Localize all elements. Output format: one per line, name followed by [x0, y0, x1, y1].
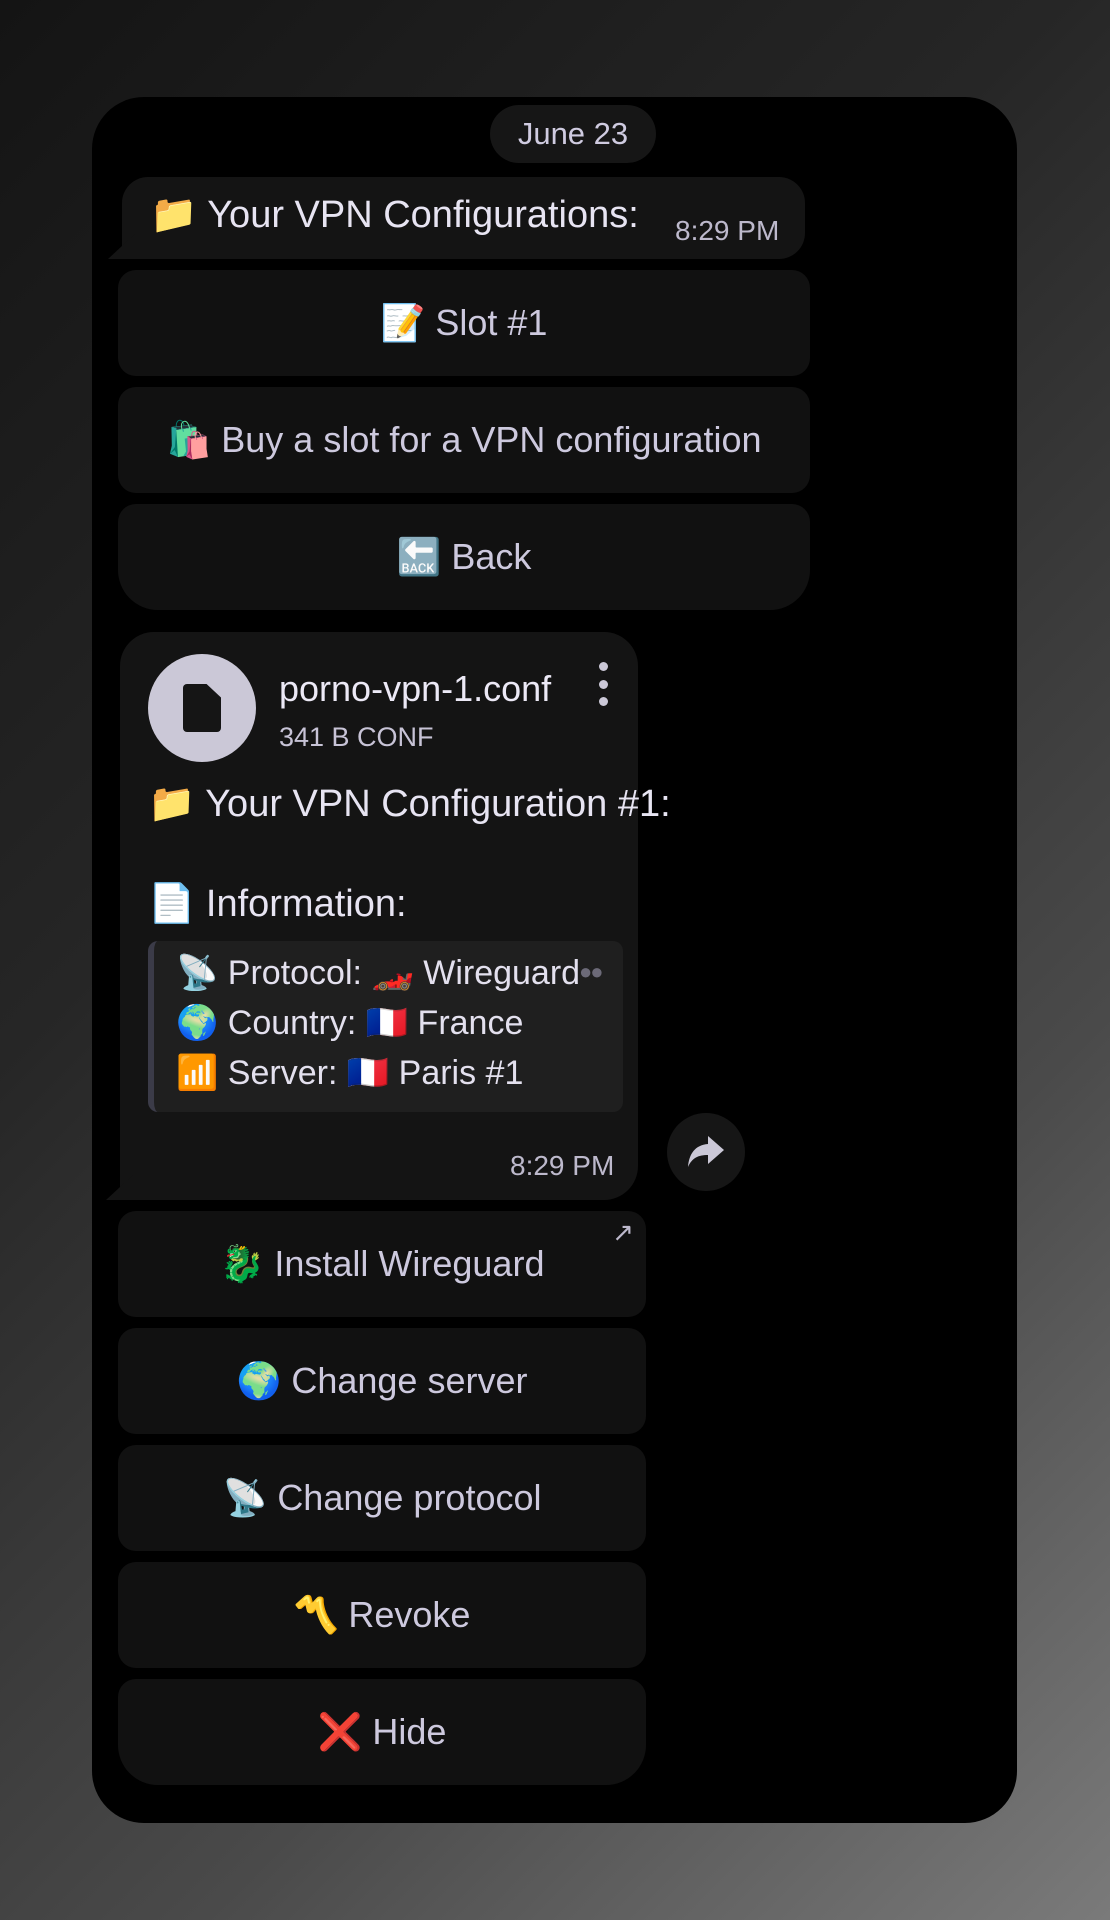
country-line: 🌍 Country: 🇫🇷 France: [176, 1004, 524, 1042]
message-time: 8:29 PM: [675, 215, 780, 246]
external-link-icon: ↗: [612, 1217, 634, 1247]
document-icon: [183, 684, 221, 732]
info-heading: 📄 Information:: [148, 883, 407, 925]
dragon-icon: 🐉: [219, 1243, 265, 1284]
install-wireguard-button[interactable]: ↗ 🐉 Install Wireguard: [118, 1211, 646, 1317]
change-server-button[interactable]: 🌍 Change server: [118, 1328, 646, 1434]
change-protocol-button[interactable]: 📡 Change protocol: [118, 1445, 646, 1551]
signal-bars-icon: 📶: [176, 1054, 219, 1092]
part-alternation-mark-icon: 〽️: [293, 1594, 339, 1635]
server-line: 📶 Server: 🇫🇷 Paris #1: [176, 1054, 524, 1092]
config-title: 📁 Your VPN Configuration #1:: [148, 783, 671, 825]
cross-mark-icon: ❌: [317, 1711, 363, 1752]
forward-button[interactable]: [667, 1113, 745, 1191]
file-message-bubble[interactable]: porno-vpn-1.conf 341 B CONF 📁 Your VPN C…: [120, 632, 671, 1200]
satellite-icon: 📡: [222, 1477, 268, 1518]
back-arrow-icon: 🔙: [396, 536, 442, 577]
file-meta: 341 B CONF: [279, 722, 434, 752]
slot-1-button[interactable]: 📝 Slot #1: [118, 270, 810, 376]
message-bubble[interactable]: 📁 Your VPN Configurations: 8:29 PM: [122, 177, 805, 259]
file-name: porno-vpn-1.conf: [279, 668, 552, 709]
forward-arrow-icon: [688, 1136, 724, 1167]
message-text: 📁 Your VPN Configurations:: [150, 194, 639, 236]
france-flag-icon: 🇫🇷: [365, 1004, 409, 1042]
memo-icon: 📝: [380, 302, 426, 343]
protocol-line: 📡 Protocol: 🏎️ Wireguard: [176, 954, 581, 992]
france-flag-icon: 🇫🇷: [346, 1054, 390, 1092]
revoke-button[interactable]: 〽️ Revoke: [118, 1562, 646, 1668]
file-download-button[interactable]: [148, 654, 256, 762]
shopping-bags-icon: 🛍️: [166, 419, 212, 460]
buy-slot-button[interactable]: 🛍️ Buy a slot for a VPN configuration: [118, 387, 810, 493]
message-time: 8:29 PM: [510, 1150, 615, 1181]
date-separator: June 23: [490, 105, 656, 163]
page-icon: 📄: [148, 883, 196, 925]
folder-icon: 📁: [150, 194, 198, 236]
hide-button[interactable]: ❌ Hide: [118, 1679, 646, 1785]
chat-screen: June 23 📁 Your VPN Configurations: 8:29 …: [92, 97, 1017, 1823]
race-car-icon: 🏎️: [371, 954, 414, 992]
quote-mark-icon: ●●: [579, 959, 604, 984]
globe-icon: 🌍: [176, 1004, 219, 1042]
globe-icon: 🌍: [236, 1360, 282, 1401]
more-options-icon[interactable]: [597, 662, 609, 706]
back-button[interactable]: 🔙 Back: [118, 504, 810, 610]
info-quote-block: ●● 📡 Protocol: 🏎️ Wireguard 🌍 Country: 🇫…: [148, 941, 623, 1112]
folder-icon: 📁: [148, 783, 196, 825]
satellite-icon: 📡: [176, 954, 219, 992]
